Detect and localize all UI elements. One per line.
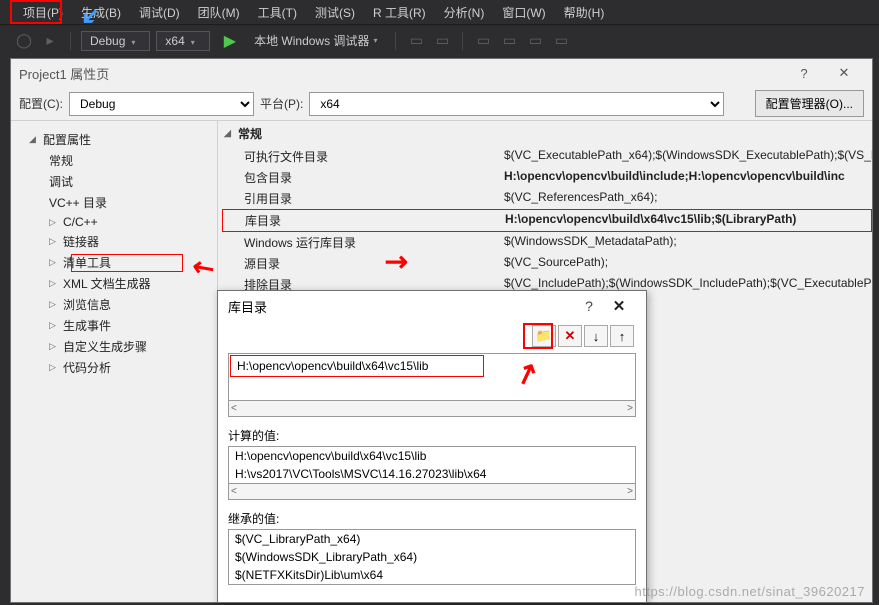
- menu-help[interactable]: 帮助(H): [555, 0, 614, 25]
- tree-item-general[interactable]: 常规: [15, 150, 213, 171]
- tree-item-customstep[interactable]: ▷自定义生成步骤: [15, 336, 213, 357]
- separator: [70, 32, 71, 50]
- ide-toolbar: ◯ ▸ Debug x64 ▶ 本地 Windows 调试器 ▭ ▭ ▭ ▭ ▭…: [0, 24, 879, 56]
- inh-line: $(NETFXKitsDir)Lib\um\x64: [229, 566, 635, 584]
- toolbar-icon[interactable]: ▭: [406, 31, 426, 51]
- menu-project[interactable]: 项目(P): [14, 0, 72, 25]
- tree-item-vcdir[interactable]: VC++ 目录: [15, 192, 213, 213]
- tree-item-linker[interactable]: ▷链接器: [15, 231, 213, 252]
- tree-item-browse[interactable]: ▷浏览信息: [15, 294, 213, 315]
- debugger-button[interactable]: 本地 Windows 调试器: [246, 30, 385, 51]
- grid-row-winrt[interactable]: Windows 运行库目录$(WindowsSDK_MetadataPath);: [218, 232, 872, 253]
- ide-menu-bar: 项目(P) 生成(B) 调试(D) 团队(M) 工具(T) 测试(S) R 工具…: [0, 0, 879, 24]
- configuration-select[interactable]: Debug: [81, 31, 150, 51]
- inh-line: $(VC_LibraryPath_x64): [229, 530, 635, 548]
- inherited-label: 继承的值:: [218, 508, 646, 529]
- tree-item-buildevent[interactable]: ▷生成事件: [15, 315, 213, 336]
- grid-row-source[interactable]: 源目录$(VC_SourcePath);: [218, 253, 872, 274]
- calculated-label: 计算的值:: [218, 425, 646, 446]
- menu-rtools[interactable]: R 工具(R): [364, 0, 435, 25]
- grid-row-libdir[interactable]: 库目录H:\opencv\opencv\build\x64\vc15\lib;$…: [222, 209, 872, 232]
- delete-button[interactable]: ✕: [558, 325, 582, 347]
- separator: [395, 32, 396, 50]
- tree-item-codeanalysis[interactable]: ▷代码分析: [15, 357, 213, 378]
- back-icon[interactable]: ◯: [14, 31, 34, 51]
- menu-team[interactable]: 团队(M): [189, 0, 249, 25]
- separator: [462, 32, 463, 50]
- tree-item-xmldoc[interactable]: ▷XML 文档生成器: [15, 273, 213, 294]
- menu-tools[interactable]: 工具(T): [249, 0, 306, 25]
- toolbar-icon[interactable]: ▭: [499, 31, 519, 51]
- menu-test[interactable]: 测试(S): [306, 0, 364, 25]
- calc-line: H:\vs2017\VC\Tools\MSVC\14.16.27023\lib\…: [229, 465, 635, 483]
- config-manager-button[interactable]: 配置管理器(O)...: [755, 90, 864, 117]
- config-dropdown[interactable]: Debug: [69, 92, 254, 116]
- platform-select[interactable]: x64: [156, 31, 209, 51]
- libdir-dialog: 库目录 ? ✕ 📁 ✕ ↓ ↑ ↗ H:\opencv\opencv\build…: [217, 290, 647, 603]
- watermark: https://blog.csdn.net/sinat_39620217: [635, 584, 866, 599]
- tree-item-cpp[interactable]: ▷C/C++: [15, 213, 213, 231]
- close-button[interactable]: ✕: [824, 65, 864, 81]
- tree-root[interactable]: ◢配置属性: [15, 129, 213, 150]
- close-button[interactable]: ✕: [602, 297, 636, 315]
- moveup-button[interactable]: ↑: [610, 325, 634, 347]
- help-button[interactable]: ?: [576, 298, 602, 314]
- path-entry[interactable]: H:\opencv\opencv\build\x64\vc15\lib: [230, 355, 484, 377]
- newline-button[interactable]: 📁: [532, 325, 556, 347]
- movedown-button[interactable]: ↓: [584, 325, 608, 347]
- grid-row-reference[interactable]: 引用目录$(VC_ReferencesPath_x64);: [218, 188, 872, 209]
- tree-item-manifest[interactable]: ▷清单工具: [15, 252, 213, 273]
- grid-row-exedir[interactable]: 可执行文件目录$(VC_ExecutablePath_x64);$(Window…: [218, 146, 872, 167]
- dialog-titlebar: Project1 属性页 ? ✕: [11, 59, 872, 87]
- platform-label: 平台(P):: [260, 95, 303, 112]
- inh-line: $(WindowsSDK_LibraryPath_x64): [229, 548, 635, 566]
- menu-debug[interactable]: 调试(D): [130, 0, 189, 25]
- tree-item-debug[interactable]: 调试: [15, 171, 213, 192]
- menu-analyze[interactable]: 分析(N): [435, 0, 494, 25]
- scrollbar[interactable]: <>: [228, 484, 636, 500]
- inherited-list: $(VC_LibraryPath_x64) $(WindowsSDK_Libra…: [228, 529, 636, 585]
- forward-icon[interactable]: ▸: [40, 31, 60, 51]
- subdialog-toolbar: 📁 ✕ ↓ ↑: [218, 321, 646, 353]
- path-list[interactable]: H:\opencv\opencv\build\x64\vc15\lib: [228, 353, 636, 401]
- calc-line: H:\opencv\opencv\build\x64\vc15\lib: [229, 447, 635, 465]
- subdialog-title: 库目录: [228, 297, 267, 316]
- dialog-title: Project1 属性页: [19, 64, 109, 83]
- toolbar-icon[interactable]: ▭: [432, 31, 452, 51]
- platform-dropdown[interactable]: x64: [309, 92, 724, 116]
- config-label: 配置(C):: [19, 95, 63, 112]
- calculated-list: H:\opencv\opencv\build\x64\vc15\lib H:\v…: [228, 446, 636, 484]
- subdialog-titlebar: 库目录 ? ✕: [218, 291, 646, 321]
- toolbar-icon[interactable]: ▭: [525, 31, 545, 51]
- help-button[interactable]: ?: [784, 66, 824, 81]
- property-tree: ◢配置属性 常规 调试 VC++ 目录 ▷C/C++ ▷链接器 ▷清单工具 ▷X…: [11, 121, 218, 602]
- scrollbar[interactable]: <>: [228, 401, 636, 417]
- grid-section-header[interactable]: ◢常规: [218, 121, 872, 146]
- menu-window[interactable]: 窗口(W): [493, 0, 554, 25]
- toolbar-icon[interactable]: ▭: [551, 31, 571, 51]
- toolbar-icon[interactable]: ▭: [473, 31, 493, 51]
- grid-row-include[interactable]: 包含目录H:\opencv\opencv\build\include;H:\op…: [218, 167, 872, 188]
- play-icon[interactable]: ▶: [224, 31, 236, 51]
- property-toolbar: 配置(C): Debug 平台(P): x64 配置管理器(O)...: [11, 87, 872, 121]
